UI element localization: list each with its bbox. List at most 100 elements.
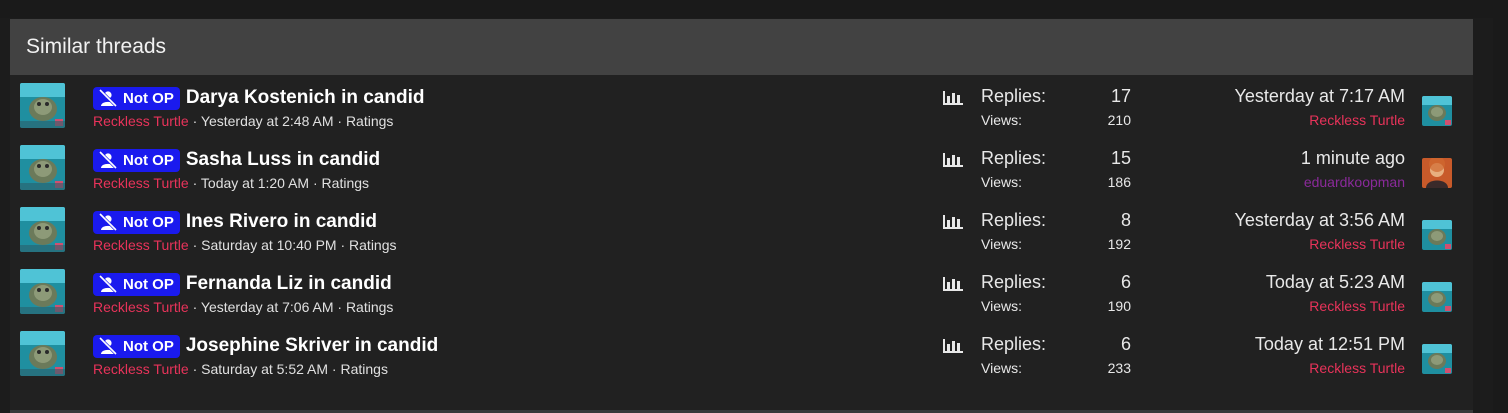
author-avatar[interactable] xyxy=(20,331,65,376)
latest-post-time[interactable]: 1 minute ago xyxy=(1145,145,1405,171)
latest-post: Yesterday at 3:56 AM Reckless Turtle xyxy=(1145,207,1405,255)
ratings-link[interactable]: Ratings xyxy=(346,299,393,315)
not-op-badge[interactable]: Not OP xyxy=(93,334,180,358)
badge-label: Not OP xyxy=(123,213,174,231)
badge-label: Not OP xyxy=(123,151,174,169)
thread-author[interactable]: Reckless Turtle xyxy=(93,299,189,315)
thread-title[interactable]: Darya Kostenich in candid xyxy=(186,87,425,109)
ratings-link[interactable]: Ratings xyxy=(346,113,393,129)
not-op-badge[interactable]: Not OP xyxy=(93,148,180,172)
latest-post-user[interactable]: Reckless Turtle xyxy=(1145,357,1405,379)
views-count: 210 xyxy=(1107,112,1131,128)
latest-user-avatar[interactable] xyxy=(1422,344,1452,374)
latest-post-user[interactable]: Reckless Turtle xyxy=(1145,295,1405,317)
latest-user-avatar[interactable] xyxy=(1422,220,1452,250)
author-avatar[interactable] xyxy=(20,207,65,252)
not-op-badge[interactable]: Not OP xyxy=(93,272,180,296)
stats-icon xyxy=(943,215,963,229)
views-line: Views: 186 xyxy=(981,171,1131,193)
page: Similar threads Not OP Darya Kostenich i… xyxy=(0,0,1508,413)
latest-post: Today at 5:23 AM Reckless Turtle xyxy=(1145,269,1405,317)
meta-separator: · xyxy=(192,361,198,377)
replies-label: Replies: xyxy=(981,334,1047,354)
latest-post-time[interactable]: Yesterday at 7:17 AM xyxy=(1145,83,1405,109)
thread-author[interactable]: Reckless Turtle xyxy=(93,361,189,377)
ratings-link[interactable]: Ratings xyxy=(322,175,369,191)
block-header: Similar threads xyxy=(10,19,1473,75)
replies-label: Replies: xyxy=(981,210,1047,230)
latest-user-avatar[interactable] xyxy=(1422,158,1452,188)
latest-post-user[interactable]: Reckless Turtle xyxy=(1145,109,1405,131)
latest-post-time[interactable]: Yesterday at 3:56 AM xyxy=(1145,207,1405,233)
thread-main: Not OP Josephine Skriver in candid Reckl… xyxy=(93,333,923,377)
meta-separator: · xyxy=(337,113,343,129)
meta-separator: · xyxy=(337,299,343,315)
thread-title-line: Not OP Sasha Luss in candid xyxy=(93,147,923,173)
thread-stats: Replies: 8 Views: 192 xyxy=(981,207,1131,255)
latest-post-time[interactable]: Today at 5:23 AM xyxy=(1145,269,1405,295)
ratings-link[interactable]: Ratings xyxy=(340,361,387,377)
thread-title-line: Not OP Josephine Skriver in candid xyxy=(93,333,923,359)
meta-separator: · xyxy=(192,113,198,129)
latest-post-user[interactable]: eduardkoopman xyxy=(1145,171,1405,193)
thread-meta: Reckless Turtle · Saturday at 5:52 AM · … xyxy=(93,361,923,377)
thread-title[interactable]: Josephine Skriver in candid xyxy=(186,335,438,357)
section-title: Similar threads xyxy=(26,35,167,58)
badge-label: Not OP xyxy=(123,89,174,107)
latest-post-time[interactable]: Today at 12:51 PM xyxy=(1145,331,1405,357)
meta-separator: · xyxy=(192,299,198,315)
thread-title-line: Not OP Fernanda Liz in candid xyxy=(93,271,923,297)
latest-post: 1 minute ago eduardkoopman xyxy=(1145,145,1405,193)
views-count: 192 xyxy=(1107,236,1131,252)
thread-start-date[interactable]: Today at 1:20 AM xyxy=(201,175,309,191)
thread-row: Not OP Darya Kostenich in candid Reckles… xyxy=(10,81,1473,143)
ratings-link[interactable]: Ratings xyxy=(349,237,396,253)
views-count: 190 xyxy=(1107,298,1131,314)
replies-label: Replies: xyxy=(981,86,1047,106)
views-label: Views: xyxy=(981,360,1022,376)
replies-count: 6 xyxy=(1120,334,1131,354)
thread-author[interactable]: Reckless Turtle xyxy=(93,237,189,253)
replies-line: Replies: 17 xyxy=(981,83,1131,109)
thread-meta: Reckless Turtle · Saturday at 10:40 PM ·… xyxy=(93,237,923,253)
latest-user-avatar[interactable] xyxy=(1422,96,1452,126)
thread-start-date[interactable]: Yesterday at 2:48 AM xyxy=(201,113,334,129)
meta-separator: · xyxy=(312,175,318,191)
latest-user-avatar[interactable] xyxy=(1422,282,1452,312)
not-op-badge[interactable]: Not OP xyxy=(93,86,180,110)
not-op-icon xyxy=(98,213,118,231)
thread-row: Not OP Ines Rivero in candid Reckless Tu… xyxy=(10,205,1473,267)
views-line: Views: 210 xyxy=(981,109,1131,131)
stats-icon xyxy=(943,339,963,353)
thread-title[interactable]: Sasha Luss in candid xyxy=(186,149,380,171)
thread-author[interactable]: Reckless Turtle xyxy=(93,113,189,129)
author-avatar[interactable] xyxy=(20,145,65,190)
replies-count: 17 xyxy=(1110,86,1131,106)
thread-author[interactable]: Reckless Turtle xyxy=(93,175,189,191)
replies-label: Replies: xyxy=(981,272,1047,292)
replies-line: Replies: 15 xyxy=(981,145,1131,171)
scrollbar[interactable] xyxy=(1493,0,1508,413)
stats-icon xyxy=(943,153,963,167)
author-avatar[interactable] xyxy=(20,269,65,314)
replies-line: Replies: 6 xyxy=(981,269,1131,295)
thread-row: Not OP Josephine Skriver in candid Reckl… xyxy=(10,329,1473,391)
not-op-icon xyxy=(98,89,118,107)
top-strip xyxy=(0,0,1508,18)
thread-row: Not OP Sasha Luss in candid Reckless Tur… xyxy=(10,143,1473,205)
thread-start-date[interactable]: Yesterday at 7:06 AM xyxy=(201,299,334,315)
not-op-icon xyxy=(98,275,118,293)
badge-label: Not OP xyxy=(123,337,174,355)
not-op-badge[interactable]: Not OP xyxy=(93,210,180,234)
thread-title[interactable]: Ines Rivero in candid xyxy=(186,211,377,233)
latest-post-user[interactable]: Reckless Turtle xyxy=(1145,233,1405,255)
thread-stats: Replies: 15 Views: 186 xyxy=(981,145,1131,193)
views-count: 233 xyxy=(1107,360,1131,376)
views-label: Views: xyxy=(981,236,1022,252)
replies-count: 6 xyxy=(1120,272,1131,292)
thread-start-date[interactable]: Saturday at 5:52 AM xyxy=(201,361,328,377)
thread-title[interactable]: Fernanda Liz in candid xyxy=(186,273,392,295)
thread-start-date[interactable]: Saturday at 10:40 PM xyxy=(201,237,336,253)
thread-main: Not OP Fernanda Liz in candid Reckless T… xyxy=(93,271,923,315)
author-avatar[interactable] xyxy=(20,83,65,128)
